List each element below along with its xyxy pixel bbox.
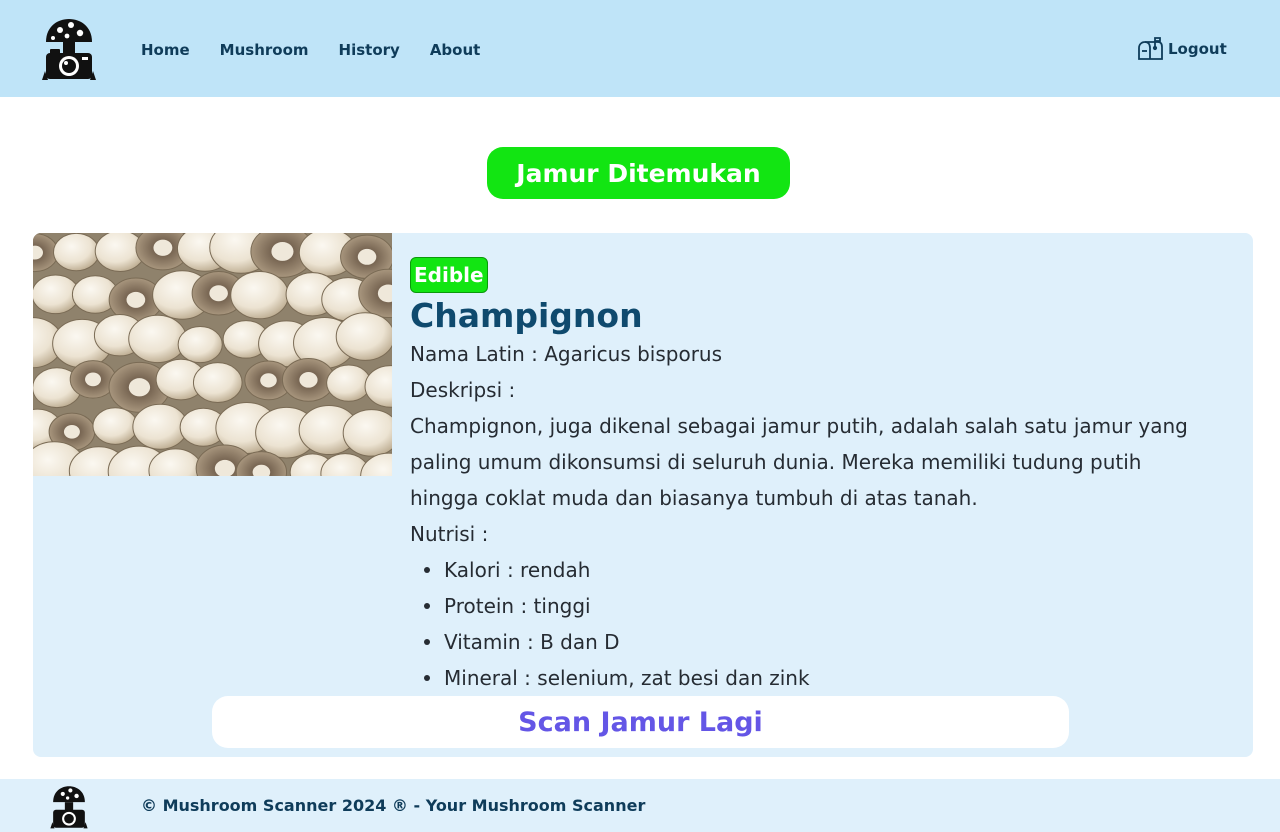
nutrition-item: Mineral : selenium, zat besi dan zink (424, 660, 1210, 696)
bullet-icon (424, 639, 430, 645)
result-card: Edible Champignon Nama Latin : Agaricus … (33, 233, 1253, 757)
bullet-icon (424, 675, 430, 681)
footer: © Mushroom Scanner 2024 ® - Your Mushroo… (0, 779, 1280, 832)
description-text: Champignon, juga dikenal sebagai jamur p… (410, 414, 1188, 510)
mushroom-camera-logo-icon[interactable] (40, 16, 98, 82)
nav-link-about[interactable]: About (430, 39, 481, 61)
nutrition-item-text: Kalori : rendah (444, 558, 591, 582)
nutrition-item-text: Vitamin : B dan D (444, 630, 620, 654)
nutrition-heading: Nutrisi : (410, 522, 489, 546)
edibility-badge: Edible (410, 257, 488, 293)
nutrition-item: Protein : tinggi (424, 588, 1210, 624)
nutrition-item: Vitamin : B dan D (424, 624, 1210, 660)
logout-button[interactable]: Logout (1136, 35, 1227, 63)
nutrition-item: Kalori : rendah (424, 552, 1210, 588)
nutrition-item-text: Protein : tinggi (444, 594, 591, 618)
mushroom-photo-image (33, 233, 392, 476)
nutrition-list: Kalori : rendah Protein : tinggi Vitamin… (424, 552, 1210, 696)
bullet-icon (424, 567, 430, 573)
scan-again-button[interactable]: Scan Jamur Lagi (212, 696, 1069, 748)
mushroom-photo (33, 233, 392, 476)
nutrition-item-text: Mineral : selenium, zat besi dan zink (444, 666, 810, 690)
footer-copyright: © Mushroom Scanner 2024 ® - Your Mushroo… (141, 796, 646, 815)
nav-link-mushroom[interactable]: Mushroom (220, 39, 309, 61)
nav-link-home[interactable]: Home (141, 39, 190, 61)
nav-link-history[interactable]: History (339, 39, 400, 61)
latin-name: Nama Latin : Agaricus bisporus (410, 342, 723, 366)
description-heading: Deskripsi : (410, 378, 516, 402)
scan-again-label: Scan Jamur Lagi (518, 706, 763, 738)
found-banner-label: Jamur Ditemukan (516, 158, 761, 188)
mushroom-camera-logo-icon (50, 786, 88, 829)
nav-links: Home Mushroom History About (141, 39, 480, 61)
mushroom-info: Edible Champignon Nama Latin : Agaricus … (410, 257, 1210, 696)
logout-label: Logout (1168, 40, 1227, 58)
bullet-icon (424, 603, 430, 609)
mailbox-icon (1138, 37, 1163, 60)
navbar: Home Mushroom History About Logout (0, 0, 1280, 97)
mushroom-name: Champignon (410, 296, 643, 335)
found-banner: Jamur Ditemukan (487, 147, 790, 199)
